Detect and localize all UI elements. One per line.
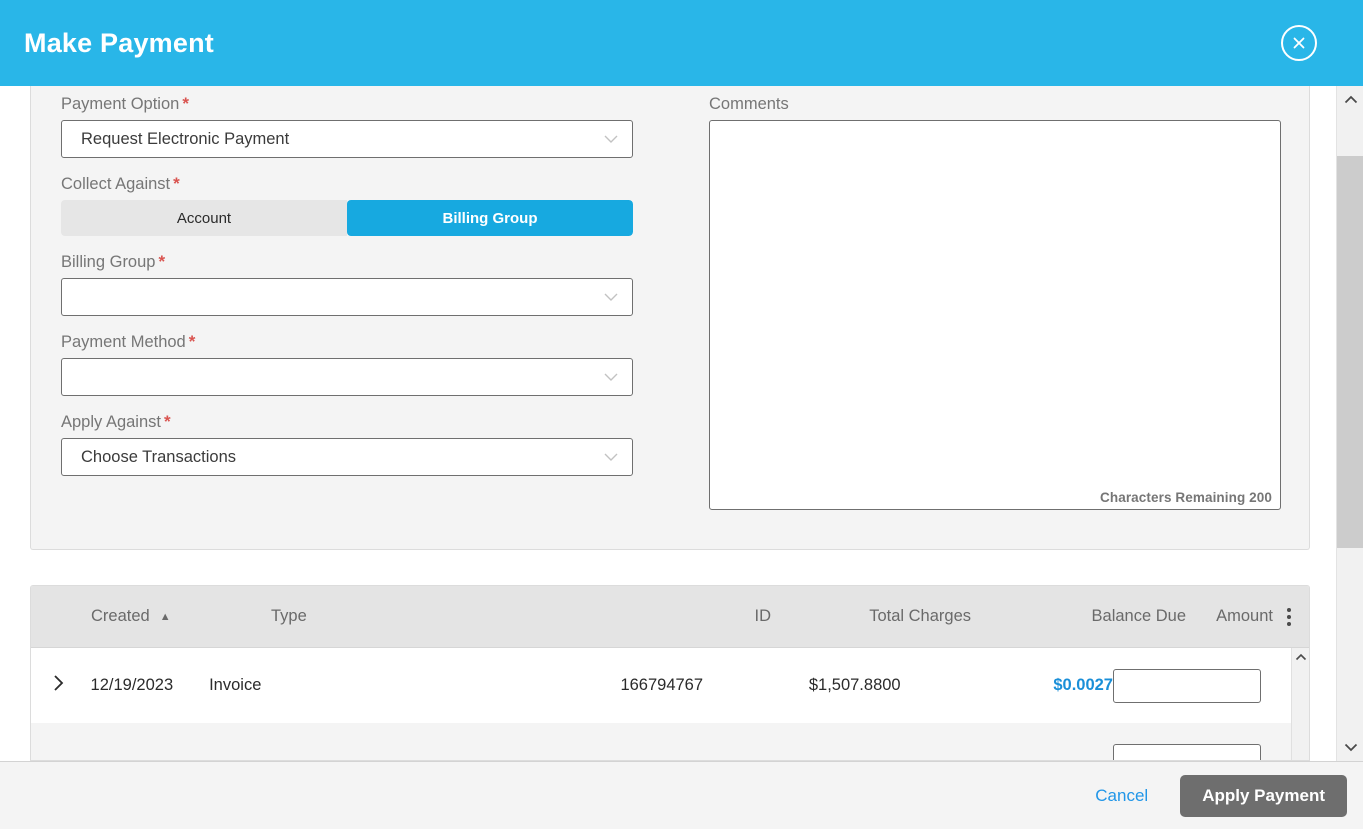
apply-against-label: Apply Against *	[61, 412, 633, 432]
close-icon	[1290, 34, 1308, 52]
cell-balance-due-link[interactable]: $0.0027	[1053, 676, 1113, 695]
comments-input[interactable]	[710, 121, 1280, 509]
form-right-column: Comments Characters Remaining 200	[709, 94, 1281, 510]
scrollbar-up-arrow[interactable]	[1337, 86, 1363, 113]
scrollbar-down-arrow[interactable]	[1337, 734, 1363, 761]
chevron-up-icon	[1344, 91, 1358, 109]
kebab-menu-icon[interactable]	[1287, 607, 1291, 626]
required-marker: *	[158, 252, 166, 271]
characters-remaining-text: Characters Remaining 200	[1100, 490, 1272, 505]
billing-group-label: Billing Group *	[61, 252, 633, 272]
payment-option-label-text: Payment Option	[61, 95, 180, 113]
payment-option-label: Payment Option *	[61, 94, 633, 114]
scrollbar-thumb[interactable]	[1337, 156, 1363, 548]
comments-wrapper: Characters Remaining 200	[709, 120, 1281, 510]
modal-scrollbar[interactable]	[1336, 86, 1363, 761]
amount-input-row-2[interactable]	[1113, 743, 1261, 760]
collect-against-toggle-group: Account Billing Group	[61, 200, 633, 236]
cell-created: 12/19/2023	[90, 676, 174, 694]
cell-type: Invoice	[209, 676, 262, 694]
column-header-type[interactable]: Type	[271, 607, 521, 626]
table-row[interactable]	[31, 723, 1309, 760]
column-header-amount[interactable]: Amount	[1186, 607, 1309, 626]
amount-input-row-1[interactable]	[1113, 668, 1261, 703]
column-header-type-label: Type	[271, 607, 307, 625]
cancel-button[interactable]: Cancel	[1085, 780, 1158, 812]
apply-against-value: Choose Transactions	[81, 447, 237, 466]
table-row[interactable]: 12/19/2023 Invoice 166794767 $1,507.8800…	[31, 648, 1309, 723]
payment-method-select[interactable]	[61, 358, 633, 396]
toggle-account[interactable]: Account	[61, 200, 347, 236]
make-payment-modal: Make Payment Payment Option * Request Ele…	[0, 0, 1363, 829]
required-marker: *	[163, 412, 171, 431]
payment-option-select[interactable]: Request Electronic Payment	[61, 120, 633, 158]
modal-body: Payment Option * Request Electronic Payme…	[0, 86, 1335, 761]
modal-header: Make Payment	[0, 0, 1363, 86]
column-header-amount-label: Amount	[1216, 607, 1273, 625]
comments-label: Comments	[709, 95, 789, 113]
payment-form-card: Payment Option * Request Electronic Payme…	[30, 86, 1310, 550]
column-header-id-label: ID	[754, 607, 772, 625]
chevron-right-icon	[53, 674, 65, 697]
close-button[interactable]	[1281, 25, 1317, 61]
form-left-column: Payment Option * Request Electronic Payme…	[61, 94, 633, 492]
chevron-down-icon	[596, 372, 626, 382]
table-header-row: Created ▲ Type ID Total Charges Balance …	[31, 586, 1309, 648]
column-header-created-label: Created	[91, 607, 150, 625]
column-header-total-charges-label: Total Charges	[869, 607, 971, 625]
chevron-down-icon	[596, 452, 626, 462]
toggle-billing-group[interactable]: Billing Group	[347, 200, 633, 236]
modal-footer: Cancel Apply Payment	[0, 761, 1363, 829]
apply-against-label-text: Apply Against	[61, 413, 161, 431]
payment-option-value: Request Electronic Payment	[81, 129, 290, 148]
page-title: Make Payment	[24, 27, 214, 58]
chevron-down-icon	[1344, 739, 1358, 757]
payment-method-label: Payment Method *	[61, 332, 633, 352]
apply-payment-button[interactable]: Apply Payment	[1180, 774, 1347, 817]
column-header-id[interactable]: ID	[521, 607, 772, 626]
chevron-up-icon[interactable]	[1292, 648, 1309, 665]
chevron-down-icon	[596, 292, 626, 302]
payment-method-label-text: Payment Method	[61, 333, 186, 351]
required-marker: *	[173, 174, 180, 193]
required-marker: *	[188, 332, 196, 351]
billing-group-label-text: Billing Group	[61, 253, 156, 271]
table-inner-scrollbar[interactable]	[1291, 648, 1309, 760]
collect-against-label-text: Collect Against	[61, 175, 171, 193]
table-body: 12/19/2023 Invoice 166794767 $1,507.8800…	[31, 648, 1309, 760]
column-header-balance-due[interactable]: Balance Due	[971, 607, 1186, 626]
cell-total-charges: $1,507.8800	[808, 676, 901, 694]
row-expand-toggle[interactable]	[31, 674, 91, 697]
sort-ascending-icon: ▲	[159, 610, 171, 623]
billing-group-select[interactable]	[61, 278, 633, 316]
chevron-down-icon	[596, 134, 626, 144]
apply-against-select[interactable]: Choose Transactions	[61, 438, 633, 476]
cell-id: 166794767	[620, 676, 704, 694]
column-header-created[interactable]: Created ▲	[31, 607, 271, 626]
column-header-total-charges[interactable]: Total Charges	[771, 607, 971, 626]
transactions-table-card: Created ▲ Type ID Total Charges Balance …	[30, 585, 1310, 761]
column-header-balance-due-label: Balance Due	[1091, 607, 1186, 625]
required-marker: *	[182, 94, 189, 113]
collect-against-label: Collect Against *	[61, 174, 633, 194]
